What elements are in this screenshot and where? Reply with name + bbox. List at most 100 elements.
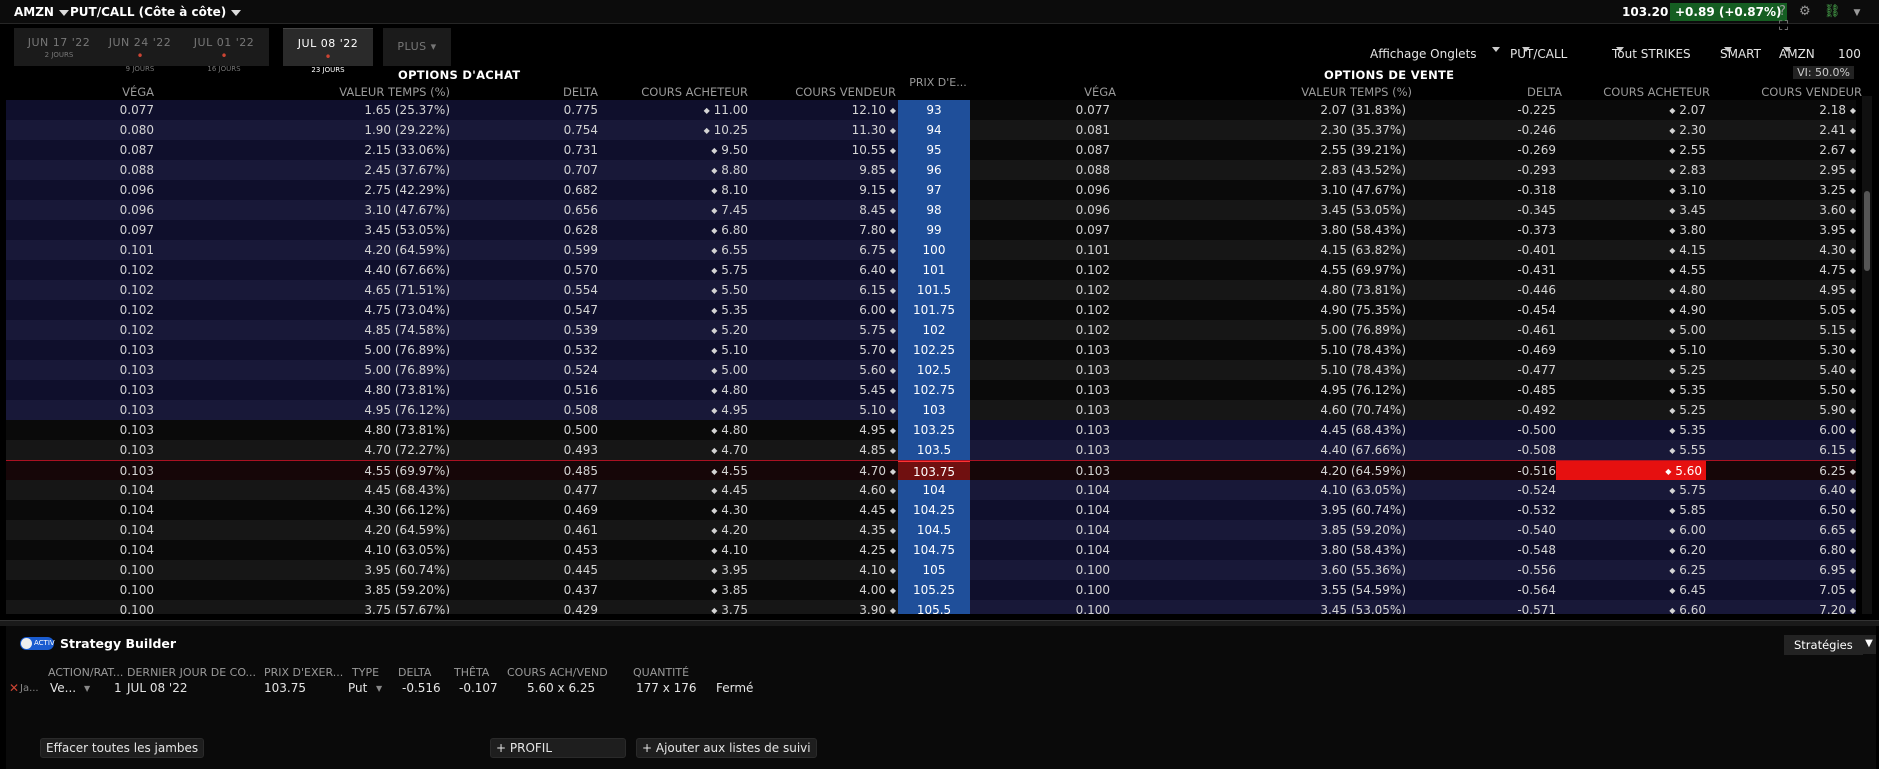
chevron-down-icon[interactable]: ▼ [84, 684, 90, 693]
put-ask[interactable]: 5.50 ◆ [1819, 383, 1856, 397]
leg-action[interactable]: Ve... [50, 681, 76, 695]
call-bid-header[interactable]: COURS ACHETEUR [641, 85, 748, 99]
call-ask[interactable]: 7.80 ◆ [859, 223, 896, 237]
call-bid[interactable]: ◆ 6.55 [711, 243, 748, 257]
option-row[interactable]: 0.103 5.00 (76.89%) 0.524 ◆ 5.00 5.60 ◆ 102.5… [6, 360, 1856, 380]
call-ask[interactable]: 4.95 ◆ [859, 423, 896, 437]
put-bid[interactable]: ◆ 5.55 [1669, 443, 1706, 457]
put-ask[interactable]: 6.65 ◆ [1819, 523, 1856, 537]
call-bid[interactable]: ◆ 11.00 [704, 103, 748, 117]
call-bid[interactable]: ◆ 7.45 [711, 203, 748, 217]
put-bid[interactable]: ◆ 4.80 [1669, 283, 1706, 297]
put-ask[interactable]: 2.67 ◆ [1819, 143, 1856, 157]
call-bid[interactable]: ◆ 3.85 [711, 583, 748, 597]
grid-scrollbar[interactable] [1862, 96, 1872, 614]
call-ask-header[interactable]: COURS VENDEUR [795, 85, 896, 99]
put-bid[interactable]: ◆ 6.45 [1669, 583, 1706, 597]
put-bid[interactable]: ◆ 5.75 [1669, 483, 1706, 497]
call-ask[interactable]: 5.70 ◆ [859, 343, 896, 357]
option-row[interactable]: 0.097 3.45 (53.05%) 0.628 ◆ 6.80 7.80 ◆ 99 0.0… [6, 220, 1856, 240]
put-ask[interactable]: 6.00 ◆ [1819, 423, 1856, 437]
chevron-down-icon[interactable]: ▼ [376, 684, 382, 693]
option-row[interactable]: 0.103 5.00 (76.89%) 0.532 ◆ 5.10 5.70 ◆ 102.2… [6, 340, 1856, 360]
call-ask[interactable]: 11.30 ◆ [852, 123, 896, 137]
option-row[interactable]: 0.104 4.10 (63.05%) 0.453 ◆ 4.10 4.25 ◆ 104.7… [6, 540, 1856, 560]
call-ask[interactable]: 6.40 ◆ [859, 263, 896, 277]
put-ask[interactable]: 4.75 ◆ [1819, 263, 1856, 277]
put-bid[interactable]: ◆ 5.60 [1556, 461, 1706, 481]
put-bid[interactable]: ◆ 3.80 [1669, 223, 1706, 237]
option-row[interactable]: 0.103 4.55 (69.97%) 0.485 ◆ 4.55 4.70 ◆ 103.7… [6, 460, 1856, 481]
expiry-tab[interactable]: JUN 17 '22 2 JOURS [14, 28, 104, 66]
call-bid[interactable]: ◆ 5.50 [711, 283, 748, 297]
help-icon[interactable]: ? [1779, 4, 1786, 19]
maximize-icon[interactable]: ⛶ [1779, 19, 1788, 34]
put-bid[interactable]: ◆ 5.25 [1669, 363, 1706, 377]
put-ask[interactable]: 2.18 ◆ [1819, 103, 1856, 117]
call-bid[interactable]: ◆ 5.10 [711, 343, 748, 357]
call-ask[interactable]: 5.60 ◆ [859, 363, 896, 377]
option-row[interactable]: 0.102 4.40 (67.66%) 0.570 ◆ 5.75 6.40 ◆ 101 0.… [6, 260, 1856, 280]
call-bid[interactable]: ◆ 4.10 [711, 543, 748, 557]
put-ask[interactable]: 4.95 ◆ [1819, 283, 1856, 297]
call-bid[interactable]: ◆ 9.50 [711, 143, 748, 157]
call-bid[interactable]: ◆ 8.80 [711, 163, 748, 177]
leg-strike[interactable]: 103.75 [264, 681, 306, 695]
call-bid[interactable]: ◆ 5.35 [711, 303, 748, 317]
call-ask[interactable]: 9.85 ◆ [859, 163, 896, 177]
call-bid[interactable]: ◆ 4.80 [711, 423, 748, 437]
leg-last-day[interactable]: JUL 08 '22 [127, 681, 187, 695]
remove-leg-icon[interactable]: ✕ [9, 681, 19, 695]
option-row[interactable]: 0.088 2.45 (37.67%) 0.707 ◆ 8.80 9.85 ◆ 96 0.0… [6, 160, 1856, 180]
put-bid[interactable]: ◆ 4.55 [1669, 263, 1706, 277]
option-row[interactable]: 0.103 4.80 (73.81%) 0.500 ◆ 4.80 4.95 ◆ 103.2… [6, 420, 1856, 440]
call-ask[interactable]: 5.75 ◆ [859, 323, 896, 337]
option-row[interactable]: 0.087 2.15 (33.06%) 0.731 ◆ 9.50 10.55 ◆ 95 0.… [6, 140, 1856, 160]
expiry-tab[interactable]: JUL 08 '22 • 23 JOURS [283, 28, 373, 74]
put-ask[interactable]: 5.05 ◆ [1819, 303, 1856, 317]
leg-ratio[interactable]: 1 [114, 681, 122, 695]
put-bid[interactable]: ◆ 5.35 [1669, 383, 1706, 397]
call-ask[interactable]: 4.35 ◆ [859, 523, 896, 537]
option-row[interactable]: 0.103 4.80 (73.81%) 0.516 ◆ 4.80 5.45 ◆ 102.7… [6, 380, 1856, 400]
put-ask[interactable]: 6.95 ◆ [1819, 563, 1856, 577]
put-bid[interactable]: ◆ 5.35 [1669, 423, 1706, 437]
expiry-tab[interactable]: JUN 24 '22 • 9 JOURS [95, 28, 185, 73]
option-row[interactable]: 0.102 4.85 (74.58%) 0.539 ◆ 5.20 5.75 ◆ 102 0.… [6, 320, 1856, 340]
more-tabs-button[interactable]: PLUS ▾ [383, 28, 451, 66]
put-bid[interactable]: ◆ 5.00 [1669, 323, 1706, 337]
chevron-down-icon[interactable]: ▼ [1862, 635, 1876, 654]
put-bid[interactable]: ◆ 5.25 [1669, 403, 1706, 417]
put-ask[interactable]: 3.25 ◆ [1819, 183, 1856, 197]
put-bid[interactable]: ◆ 6.20 [1669, 543, 1706, 557]
option-row[interactable]: 0.104 4.45 (68.43%) 0.477 ◆ 4.45 4.60 ◆ 104 0.… [6, 480, 1856, 500]
chevron-down-icon[interactable]: ▼ [1854, 8, 1861, 18]
call-bid[interactable]: ◆ 8.10 [711, 183, 748, 197]
put-bid[interactable]: ◆ 5.85 [1669, 503, 1706, 517]
leg-type[interactable]: Put [348, 681, 367, 695]
gear-icon[interactable]: ⚙ [1799, 4, 1811, 19]
put-bid[interactable]: ◆ 6.25 [1669, 563, 1706, 577]
put-ask[interactable]: 6.40 ◆ [1819, 483, 1856, 497]
put-ask[interactable]: 3.95 ◆ [1819, 223, 1856, 237]
put-bid[interactable]: ◆ 2.07 [1669, 103, 1706, 117]
put-ask[interactable]: 6.25 ◆ [1819, 464, 1856, 478]
option-row[interactable]: 0.077 1.65 (25.37%) 0.775 ◆ 11.00 12.10 ◆ 93 0… [6, 100, 1856, 120]
option-row[interactable]: 0.103 4.70 (72.27%) 0.493 ◆ 4.70 4.85 ◆ 103.5… [6, 440, 1856, 460]
put-bid[interactable]: ◆ 4.15 [1669, 243, 1706, 257]
call-bid[interactable]: ◆ 4.30 [711, 503, 748, 517]
option-row[interactable]: 0.096 3.10 (47.67%) 0.656 ◆ 7.45 8.45 ◆ 98 0.0… [6, 200, 1856, 220]
option-row[interactable]: 0.102 4.65 (71.51%) 0.554 ◆ 5.50 6.15 ◆ 101.5… [6, 280, 1856, 300]
call-vega-header[interactable]: VÉGA [122, 85, 154, 99]
call-bid[interactable]: ◆ 3.95 [711, 563, 748, 577]
put-ask[interactable]: 5.15 ◆ [1819, 323, 1856, 337]
put-bid[interactable]: ◆ 5.10 [1669, 343, 1706, 357]
profile-button[interactable]: + PROFIL [490, 738, 626, 758]
call-bid[interactable]: ◆ 3.75 [711, 603, 748, 614]
option-row[interactable]: 0.101 4.20 (64.59%) 0.599 ◆ 6.55 6.75 ◆ 100 0.… [6, 240, 1856, 260]
option-row[interactable]: 0.100 3.85 (59.20%) 0.437 ◆ 3.85 4.00 ◆ 105.2… [6, 580, 1856, 600]
option-row[interactable]: 0.104 4.30 (66.12%) 0.469 ◆ 4.30 4.45 ◆ 104.2… [6, 500, 1856, 520]
call-bid[interactable]: ◆ 6.80 [711, 223, 748, 237]
put-ask[interactable]: 7.05 ◆ [1819, 583, 1856, 597]
call-ask[interactable]: 4.60 ◆ [859, 483, 896, 497]
